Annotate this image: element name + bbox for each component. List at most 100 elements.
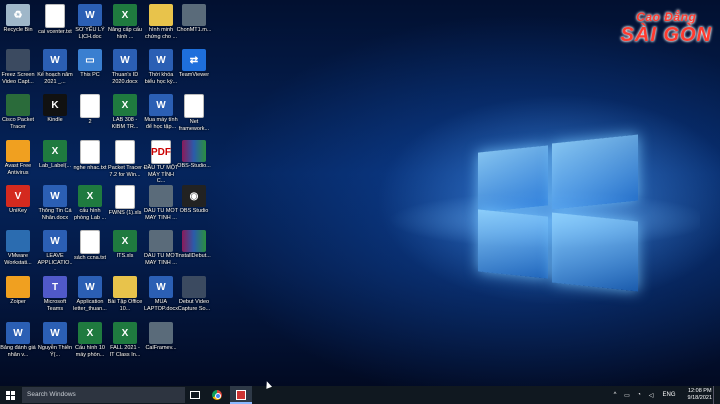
debut-recorder-button[interactable] <box>232 386 250 404</box>
battery-icon[interactable]: ▭ <box>622 386 632 404</box>
excel-file-icon: X <box>113 4 137 26</box>
desktop-icon[interactable]: cai vcenter.txt <box>37 4 73 36</box>
zoiper-icon <box>6 276 30 298</box>
desktop-icon-label: Thông Tin Cá Nhân.docx <box>38 208 72 221</box>
college-logo: Cao Đẳng SÀI GÒN <box>621 10 712 47</box>
search-input[interactable]: Search Windows <box>22 387 185 403</box>
desktop-icon[interactable]: InstallDebut... <box>176 230 212 260</box>
desktop-icon-label: Lab_Label(... <box>38 163 72 169</box>
desktop-icon[interactable]: W LEAVE APPLICATIO... <box>37 230 73 273</box>
desktop-icon-label: Packet Tracer 7.2 for Win... <box>108 165 142 178</box>
excel-file-icon: X <box>43 140 67 162</box>
screen-capture-icon <box>6 49 30 71</box>
desktop-icon[interactable]: Xcấu hình phòng Lab ... <box>72 185 108 221</box>
desktop-icon[interactable]: nghe nhac.txt <box>72 140 108 172</box>
desktop-icon[interactable]: W Thời khóa biểu học kỳ... <box>143 49 179 85</box>
desktop-icon[interactable]: W Bảng đánh giá nhân v... <box>0 322 36 358</box>
desktop-icon[interactable]: W Thuan's ID 2020.docx <box>107 49 143 85</box>
word-doc-icon: W <box>43 185 67 207</box>
volume-icon[interactable]: ◁ <box>646 386 656 404</box>
network-icon[interactable]: ◔ <box>634 386 644 404</box>
desktop-icon[interactable]: X Lab_Label(... <box>37 140 73 170</box>
desktop-icon[interactable]: VMware Workstati... <box>0 230 36 266</box>
desktop-icon[interactable]: X ITS.xls <box>107 230 143 260</box>
this-pc-icon: ▭ <box>78 49 102 71</box>
desktop-icon-label: Recycle Bin <box>3 27 33 33</box>
desktop-icon[interactable]: W Mua máy tính để học tập... <box>143 94 179 130</box>
word-doc-icon: W <box>6 322 30 344</box>
word-doc-icon: W <box>78 4 102 26</box>
desktop-icon[interactable]: W MUA LAPTOP.docx <box>143 276 179 312</box>
desktop-icon[interactable]: W Kế hoạch năm 2021 _... <box>37 49 73 85</box>
tray-chevron-icon[interactable]: ^ <box>610 386 620 404</box>
start-button[interactable] <box>0 386 20 404</box>
desktop-icon[interactable]: Zoiper <box>0 276 36 306</box>
desktop-icon-label: ITS.xls <box>116 253 134 259</box>
desktop-icon-label: Application letter_thuan... <box>73 299 107 312</box>
desktop[interactable]: Cao Đẳng SÀI GÒN ♻ Recycle Bin cai vcenter… <box>0 0 720 386</box>
word-doc-icon: W <box>149 49 173 71</box>
desktop-icon[interactable]: ⇄ TeamViewer <box>176 49 212 79</box>
desktop-icon[interactable]: FWNS (1).xls <box>107 185 143 217</box>
rar-archive-icon <box>182 230 206 252</box>
desktop-icon[interactable]: W SƠ YẾU LÝ LỊCH.doc <box>72 4 108 40</box>
recycle-bin-icon: ♻ <box>6 4 30 26</box>
desktop-icon[interactable]: CalFramev... <box>143 322 179 352</box>
desktop-icon[interactable]: OBS-Studio... <box>176 140 212 170</box>
word-doc-icon: W <box>43 230 67 252</box>
windows-logo-wallpaper <box>470 134 640 295</box>
desktop-icon[interactable]: 2 <box>72 94 108 126</box>
desktop-icon[interactable]: K Kindle <box>37 94 73 124</box>
desktop-icon[interactable]: ◉ OBS Studio <box>176 185 212 215</box>
desktop-icon[interactable]: X Nâng cấp cấu hình ... <box>107 4 143 40</box>
video-file-icon <box>149 230 173 252</box>
video-file-icon <box>149 185 173 207</box>
desktop-icon[interactable]: PDF ĐẦU TƯ MỘT MÁY TÍNH C... <box>143 140 179 185</box>
pdf-file-icon: PDF <box>151 140 171 164</box>
folder-icon <box>149 4 173 26</box>
desktop-icon[interactable]: W Nguyễn Thiên Ý(... <box>37 322 73 358</box>
word-doc-icon: W <box>113 49 137 71</box>
desktop-icon[interactable]: hình minh chứng cho ... <box>143 4 179 40</box>
desktop-icon-label: CalFramev... <box>145 345 177 351</box>
desktop-icon-label: Kế hoạch năm 2021 _... <box>37 72 73 85</box>
desktop-icon-label: cai vcenter.txt <box>38 29 72 35</box>
desktop-icon[interactable]: sách ccna.txt <box>72 230 108 262</box>
desktop-icon-label: InstallDebut... <box>177 253 211 259</box>
desktop-icon[interactable]: ▭ This PC <box>72 49 108 79</box>
desktop-icon[interactable]: Net framework... <box>176 94 212 132</box>
chrome-icon <box>212 390 222 400</box>
desktop-icon[interactable]: Packet Tracer 7.2 for Win... <box>107 140 143 178</box>
chrome-taskbar-button[interactable] <box>208 386 226 404</box>
desktop-icon-label: FWNS (1).xls <box>108 210 142 216</box>
desktop-icon[interactable]: Avast Free Antivirus <box>0 140 36 176</box>
desktop-icon[interactable]: Debut Video Capture So... <box>176 276 212 312</box>
word-doc-icon: W <box>43 322 67 344</box>
desktop-icon[interactable]: ♻ Recycle Bin <box>0 4 36 34</box>
video-file-icon <box>182 4 206 26</box>
desktop-icon[interactable]: Cisco Packet Tracer <box>0 94 36 130</box>
desktop-icon[interactable]: Freez Screen Video Capt... <box>0 49 36 85</box>
desktop-icon[interactable]: DAU TU MOT MAY TINH ... <box>143 230 179 266</box>
desktop-icon[interactable]: W Thông Tin Cá Nhân.docx <box>37 185 73 221</box>
desktop-icon-label: VMware Workstati... <box>4 253 32 266</box>
desktop-icon-label: DAU TU MOT MAY TINH ... <box>143 208 179 221</box>
desktop-icon[interactable]: ChonMT1.m... <box>176 4 212 34</box>
desktop-icon[interactable]: V UniKey <box>0 185 36 215</box>
desktop-icon[interactable]: W Application letter_thuan... <box>72 276 108 312</box>
clock[interactable]: 12:08 PM 9/18/2021 <box>688 388 712 402</box>
desktop-icon-label: OBS-Studio... <box>177 163 211 169</box>
desktop-icon-label: Cisco Packet Tracer <box>1 117 35 130</box>
desktop-icon[interactable]: X FALL 2021 - IT Class In... <box>107 322 143 358</box>
language-indicator[interactable]: ENG <box>658 386 680 404</box>
desktop-icon[interactable]: T Microsoft Teams <box>37 276 73 312</box>
desktop-icon[interactable]: DAU TU MOT MAY TINH ... <box>143 185 179 221</box>
desktop-icon[interactable]: X LAB 308 - KIBM TR... <box>107 94 143 130</box>
desktop-icon[interactable]: Bài Tập Office 10... <box>107 276 143 312</box>
desktop-icon[interactable]: X Cấu hình 10 máy phòn... <box>72 322 108 358</box>
desktop-icon-label: TeamViewer <box>178 72 210 78</box>
task-view-button[interactable] <box>186 386 204 404</box>
desktop-icon-label: Kindle <box>47 117 63 123</box>
desktop-icon-label: 2 <box>88 119 92 125</box>
show-desktop-button[interactable] <box>713 386 720 404</box>
